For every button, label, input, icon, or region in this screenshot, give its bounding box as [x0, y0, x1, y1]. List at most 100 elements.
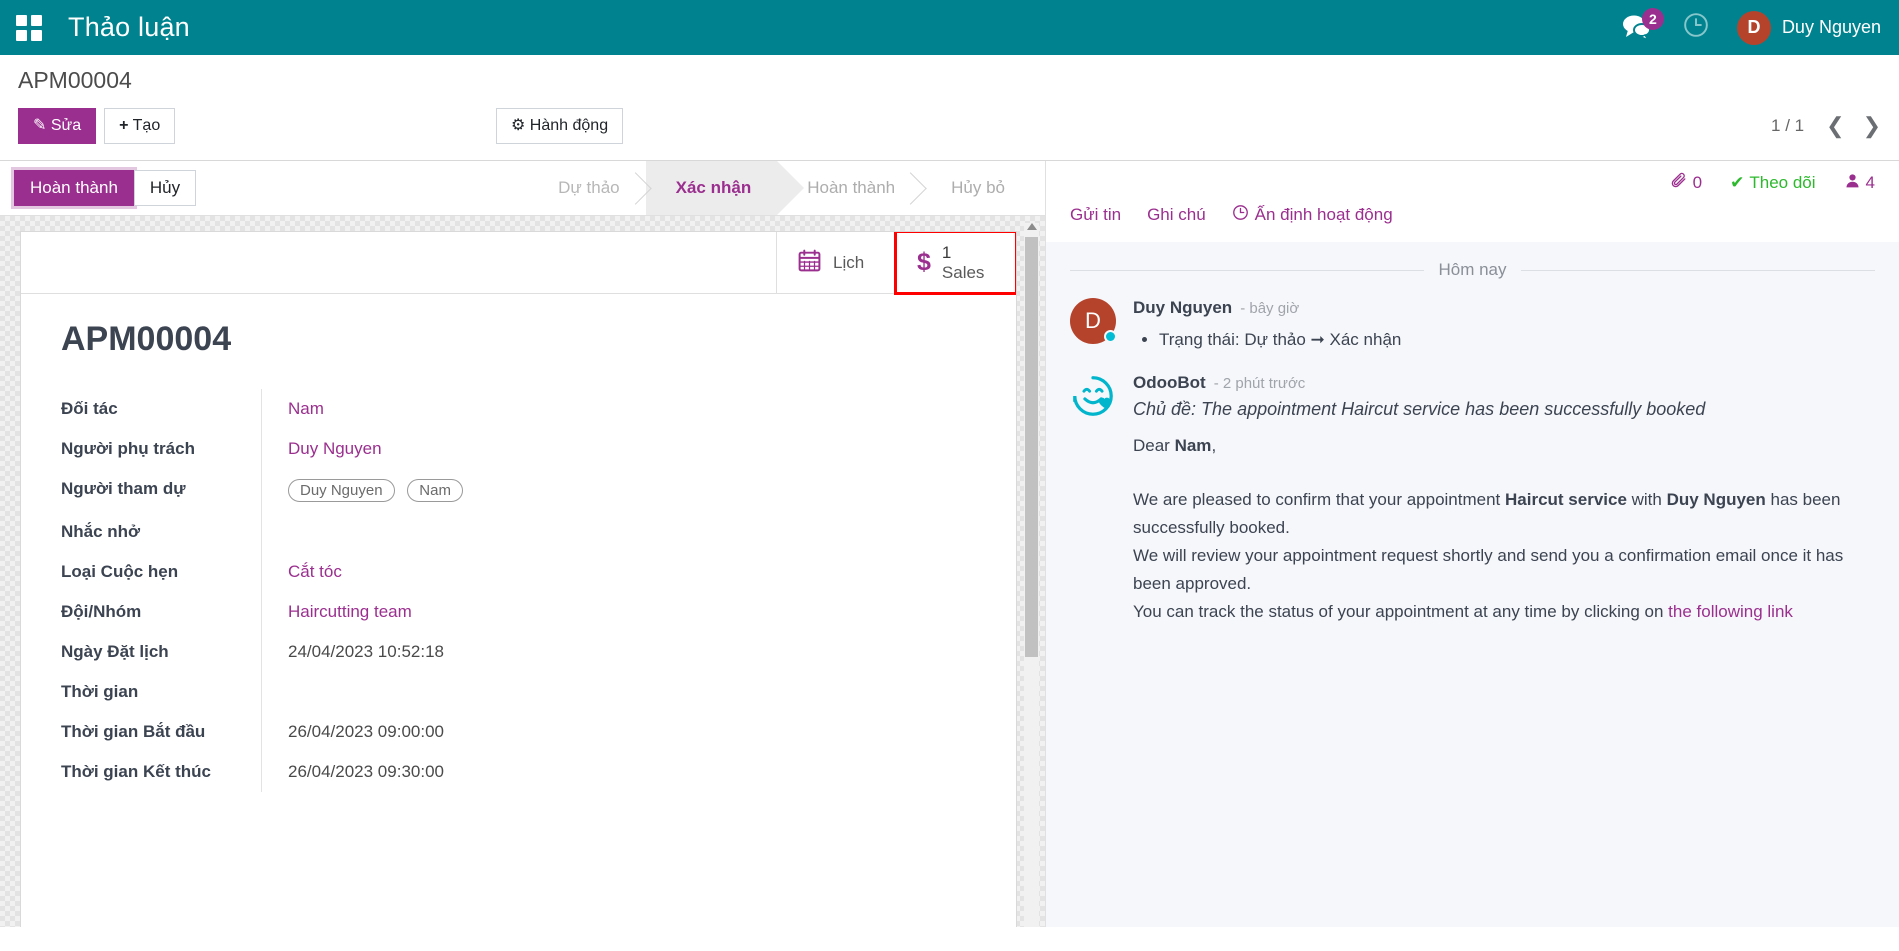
field-label-appointment-type: Loại Cuộc hẹn [61, 552, 261, 592]
scroll-up-arrow-icon[interactable] [1027, 223, 1037, 230]
field-value-attendees[interactable]: Duy Nguyen Nam [262, 469, 976, 512]
workflow-buttons: Hoàn thành Hủy [14, 170, 196, 206]
status-step-cancelled[interactable]: Hủy bỏ [921, 161, 1031, 215]
message-paragraph-1: We are pleased to confirm that your appo… [1133, 486, 1875, 542]
field-value-booking-date[interactable]: 24/04/2023 10:52:18 [262, 632, 976, 672]
message-item: D Duy Nguyen - bây giờ Trạng thái: Dự th… [1070, 292, 1875, 367]
action-menu-button[interactable]: ⚙ Hành động [496, 108, 623, 144]
field-value-end-time[interactable]: 26/04/2023 09:30:00 [262, 752, 976, 792]
attachments-button[interactable]: 0 [1669, 171, 1702, 195]
field-group: Đối tác Nam Người phụ trách Duy Nguyen N… [61, 389, 976, 792]
message-item: OdooBot - 2 phút trước Chủ đề: The appoi… [1070, 367, 1875, 640]
form-fields-container: APM00004 Đối tác Nam Người phụ trách Duy… [21, 294, 1016, 792]
messages-count-badge: 2 [1642, 8, 1664, 30]
status-step-confirmed[interactable]: Xác nhận [646, 161, 778, 215]
greeting-name: Nam [1175, 436, 1212, 455]
avatar[interactable] [1070, 373, 1116, 419]
clock-icon [1232, 204, 1249, 226]
field-value-start-time[interactable]: 26/04/2023 09:00:00 [262, 712, 976, 752]
tracking-value-list: Trạng thái: Dự thảo ➞ Xác nhận [1159, 327, 1875, 353]
follow-label: Theo dõi [1749, 173, 1815, 193]
field-value-duration[interactable] [262, 672, 976, 712]
pager-counter: 1 / 1 [1771, 116, 1804, 136]
field-row: Người phụ trách Duy Nguyen [61, 429, 976, 469]
chatter-thread: Hôm nay D Duy Nguyen - bây giờ Trạng thá… [1046, 242, 1899, 927]
control-panel: APM00004 ✎ Sửa + Tạo ⚙ Hành động 1 / 1 ❮… [0, 55, 1899, 161]
create-button[interactable]: + Tạo [104, 108, 175, 144]
message-timestamp: - 2 phút trước [1214, 375, 1306, 392]
pager-group: 1 / 1 ❮ ❯ [1771, 115, 1881, 137]
status-step-draft[interactable]: Dự thảo [528, 161, 645, 215]
field-row: Thời gian Bắt đầu 26/04/2023 09:00:00 [61, 712, 976, 752]
chevron-right-icon[interactable]: ❯ [1863, 115, 1881, 137]
chevron-left-icon[interactable]: ❮ [1826, 115, 1844, 137]
message-timestamp: - bây giờ [1240, 300, 1299, 317]
field-row: Ngày Đặt lịch 24/04/2023 10:52:18 [61, 632, 976, 672]
breadcrumb[interactable]: APM00004 [18, 67, 1881, 98]
form-scrollbar[interactable] [1024, 223, 1039, 927]
field-value-appointment-type[interactable]: Cắt tóc [262, 552, 976, 592]
sales-stat-label: Sales [942, 263, 985, 283]
scrollbar-thumb[interactable] [1025, 237, 1038, 657]
schedule-activity-button[interactable]: Ấn định hoạt động [1232, 204, 1393, 226]
status-pipeline: Dự thảo Xác nhận Hoàn thành Hủy bỏ [528, 161, 1031, 215]
message-body: Duy Nguyen - bây giờ Trạng thái: Dự thảo… [1133, 298, 1875, 353]
app-title: Thảo luận [68, 12, 190, 43]
field-label-start-time: Thời gian Bắt đầu [61, 712, 261, 752]
follow-button[interactable]: ✔ Theo dõi [1730, 173, 1815, 193]
tracking-value: Trạng thái: Dự thảo ➞ Xác nhận [1159, 327, 1875, 353]
user-menu[interactable]: D Duy Nguyen [1737, 11, 1881, 45]
field-label-duration: Thời gian [61, 672, 261, 712]
tracking-link[interactable]: the following link [1668, 602, 1793, 621]
field-row: Thời gian Kết thúc 26/04/2023 09:30:00 [61, 752, 976, 792]
send-message-button[interactable]: Gửi tin [1070, 205, 1121, 225]
paperclip-icon [1669, 171, 1688, 195]
apps-grid-icon[interactable] [16, 15, 42, 41]
log-note-button[interactable]: Ghi chú [1147, 205, 1206, 225]
action-menu-label: Hành động [530, 117, 608, 134]
calendar-stat-button[interactable]: Lịch [776, 232, 896, 293]
pencil-icon: ✎ [33, 117, 46, 134]
separator-line [1521, 270, 1875, 271]
field-value-reminder[interactable] [262, 512, 976, 552]
field-label-attendees: Người tham dự [61, 469, 261, 509]
stat-button-box: Lịch $ 1 Sales [21, 232, 1016, 294]
field-value-responsible[interactable]: Duy Nguyen [262, 429, 976, 469]
message-paragraph-3: You can track the status of your appoint… [1133, 598, 1875, 626]
message-greeting: Dear Nam, [1133, 432, 1875, 460]
mark-done-button[interactable]: Hoàn thành [14, 170, 134, 206]
odoobot-icon [1070, 373, 1116, 419]
chatter-panel: 0 ✔ Theo dõi 4 Gửi tin [1045, 161, 1899, 927]
statusbar-row: Hoàn thành Hủy Dự thảo Xác nhận Hoàn thà… [0, 161, 1045, 216]
cancel-button[interactable]: Hủy [134, 170, 196, 206]
control-panel-row: ✎ Sửa + Tạo ⚙ Hành động 1 / 1 ❮ ❯ [18, 98, 1881, 160]
field-value-team[interactable]: Haircutting team [262, 592, 976, 632]
record-body: Hoàn thành Hủy Dự thảo Xác nhận Hoàn thà… [0, 161, 1899, 927]
attendee-tag[interactable]: Duy Nguyen [288, 479, 395, 502]
message-author[interactable]: Duy Nguyen [1133, 298, 1232, 318]
field-row: Người tham dự Duy Nguyen Nam [61, 469, 976, 512]
field-row: Đối tác Nam [61, 389, 976, 429]
field-row: Đội/Nhóm Haircutting team [61, 592, 976, 632]
greeting-suffix: , [1211, 436, 1216, 455]
sales-stat-button[interactable]: $ 1 Sales [896, 232, 1016, 293]
attendee-tag[interactable]: Nam [407, 479, 463, 502]
field-label-end-time: Thời gian Kết thúc [61, 752, 261, 792]
avatar[interactable]: D [1070, 298, 1116, 344]
message-paragraph-2: We will review your appointment request … [1133, 542, 1875, 598]
chatter-meta-row: 0 ✔ Theo dõi 4 [1070, 171, 1875, 195]
attachment-count: 0 [1693, 173, 1702, 193]
avatar-initial: D [1085, 308, 1101, 334]
followers-button[interactable]: 4 [1844, 172, 1875, 195]
field-value-partner[interactable]: Nam [262, 389, 976, 429]
edit-button-label: Sửa [51, 117, 81, 134]
messages-icon[interactable]: 2 [1621, 13, 1655, 43]
calendar-icon [797, 248, 822, 278]
message-author[interactable]: OdooBot [1133, 373, 1206, 393]
online-status-dot [1104, 330, 1117, 343]
chatter-action-row: Gửi tin Ghi chú Ấn định hoạt động [1070, 195, 1875, 242]
edit-button[interactable]: ✎ Sửa [18, 108, 96, 144]
top-navbar: Thảo luận 2 D Duy Nguyen [0, 0, 1899, 55]
field-row: Loại Cuộc hẹn Cắt tóc [61, 552, 976, 592]
activities-clock-icon[interactable] [1683, 12, 1709, 43]
